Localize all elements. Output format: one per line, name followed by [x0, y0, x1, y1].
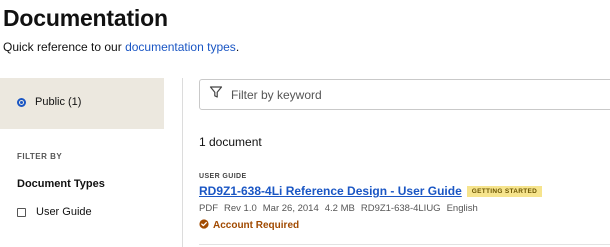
document-part-number: RD9Z1-638-4LIUG	[360, 203, 441, 214]
filter-icon	[200, 85, 223, 104]
document-language: English	[446, 203, 478, 214]
keyword-filter-input[interactable]	[231, 87, 591, 102]
account-required-notice: Account Required	[199, 219, 299, 232]
badge-check-icon	[199, 219, 213, 232]
visibility-option-label: Public (1)	[35, 96, 82, 108]
filter-by-label: FILTER BY	[17, 152, 63, 161]
page-title: Documentation	[3, 5, 168, 31]
document-size: 4.2 MB	[324, 203, 355, 214]
document-format: PDF	[199, 203, 218, 214]
vertical-divider	[182, 78, 183, 247]
document-type-label: User Guide	[36, 206, 92, 218]
result-divider	[199, 244, 610, 245]
radio-selected-icon[interactable]	[17, 97, 26, 107]
documentation-types-link[interactable]: documentation types	[125, 40, 236, 54]
document-types-heading: Document Types	[17, 178, 105, 190]
getting-started-badge: GETTING STARTED	[466, 185, 543, 197]
document-type-user-guide-checkbox[interactable]: User Guide	[17, 206, 92, 218]
document-revision: Rev 1.0	[224, 203, 257, 214]
document-meta: PDF Rev 1.0 Mar 26, 2014 4.2 MB RD9Z1-63…	[199, 203, 484, 214]
keyword-filter-box[interactable]	[199, 79, 610, 110]
checkbox-icon[interactable]	[17, 207, 26, 217]
result-count: 1 document	[199, 135, 262, 149]
document-category: USER GUIDE	[199, 173, 247, 180]
document-date: Mar 26, 2014	[262, 203, 319, 214]
page-subtitle: Quick reference to our documentation typ…	[3, 40, 239, 54]
account-required-label: Account Required	[213, 220, 300, 231]
subtitle-prefix: Quick reference to our	[3, 40, 126, 54]
document-title-row: RD9Z1-638-4Li Reference Design - User Gu…	[199, 184, 543, 198]
subtitle-suffix: .	[235, 40, 240, 54]
visibility-public-radio[interactable]: Public (1)	[17, 96, 81, 108]
document-title-link[interactable]: RD9Z1-638-4Li Reference Design - User Gu…	[199, 184, 462, 198]
